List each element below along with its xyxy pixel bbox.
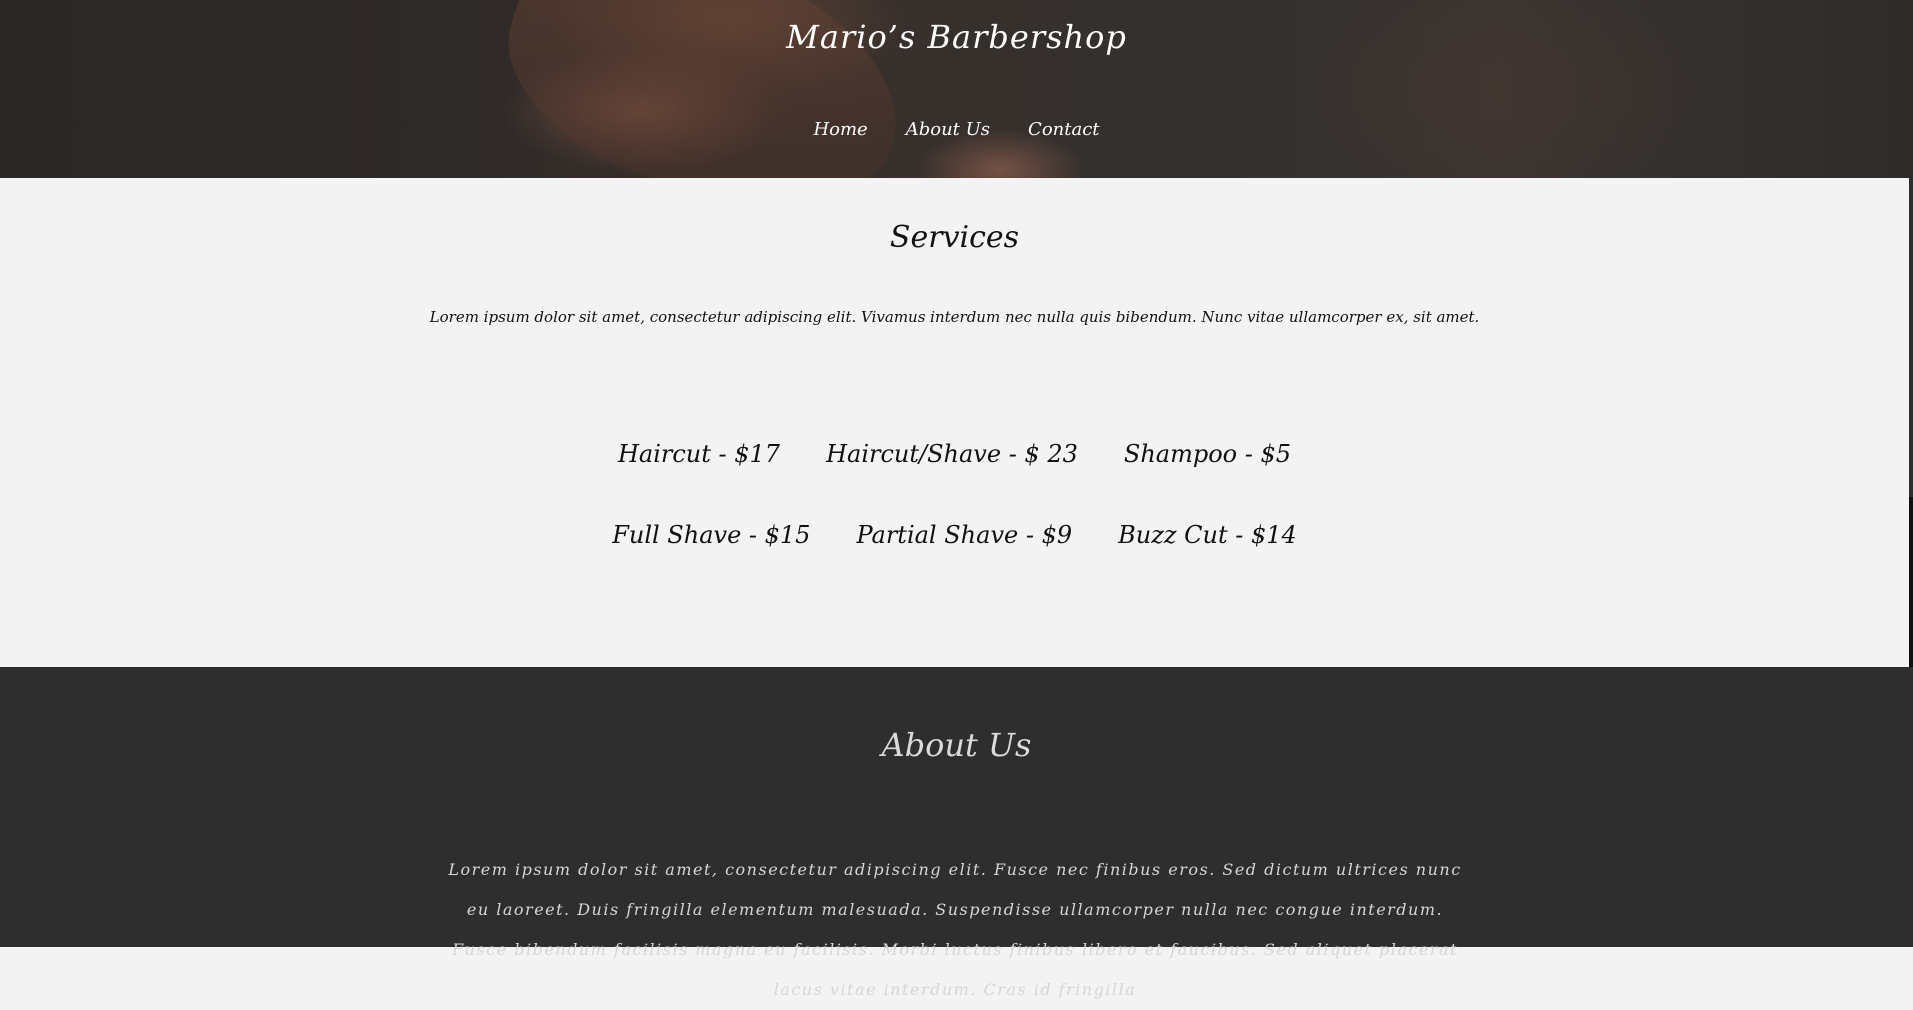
price-item: Haircut - $17 — [617, 440, 781, 468]
price-item: Partial Shave - $9 — [856, 521, 1073, 549]
nav-home-link[interactable]: Home — [813, 119, 867, 140]
nav-contact-link[interactable]: Contact — [1028, 119, 1099, 140]
about-section: About Us Lorem ipsum dolor sit amet, con… — [0, 667, 1913, 999]
nav-about-link[interactable]: About Us — [906, 119, 990, 140]
services-intro-text: Lorem ipsum dolor sit amet, consectetur … — [429, 308, 1480, 326]
services-heading: Services — [889, 220, 1020, 255]
price-item: Shampoo - $5 — [1123, 440, 1292, 468]
price-item: Haircut/Shave - $ 23 — [826, 440, 1078, 468]
services-section: Services Lorem ipsum dolor sit amet, con… — [0, 178, 1909, 667]
price-row-2: Full Shave - $15 Partial Shave - $9 Buzz… — [0, 521, 1909, 549]
hero-header: Mario’s Barbershop Home About Us Contact — [0, 0, 1913, 178]
site-title[interactable]: Mario’s Barbershop — [0, 18, 1913, 56]
price-item: Buzz Cut - $14 — [1118, 521, 1297, 549]
main-nav: Home About Us Contact — [0, 119, 1913, 140]
price-item: Full Shave - $15 — [612, 521, 811, 549]
about-heading: About Us — [881, 726, 1032, 764]
scrollbar-thumb[interactable] — [1909, 497, 1913, 667]
about-text: Lorem ipsum dolor sit amet, consectetur … — [448, 860, 1462, 999]
price-row-1: Haircut - $17 Haircut/Shave - $ 23 Shamp… — [0, 440, 1909, 468]
